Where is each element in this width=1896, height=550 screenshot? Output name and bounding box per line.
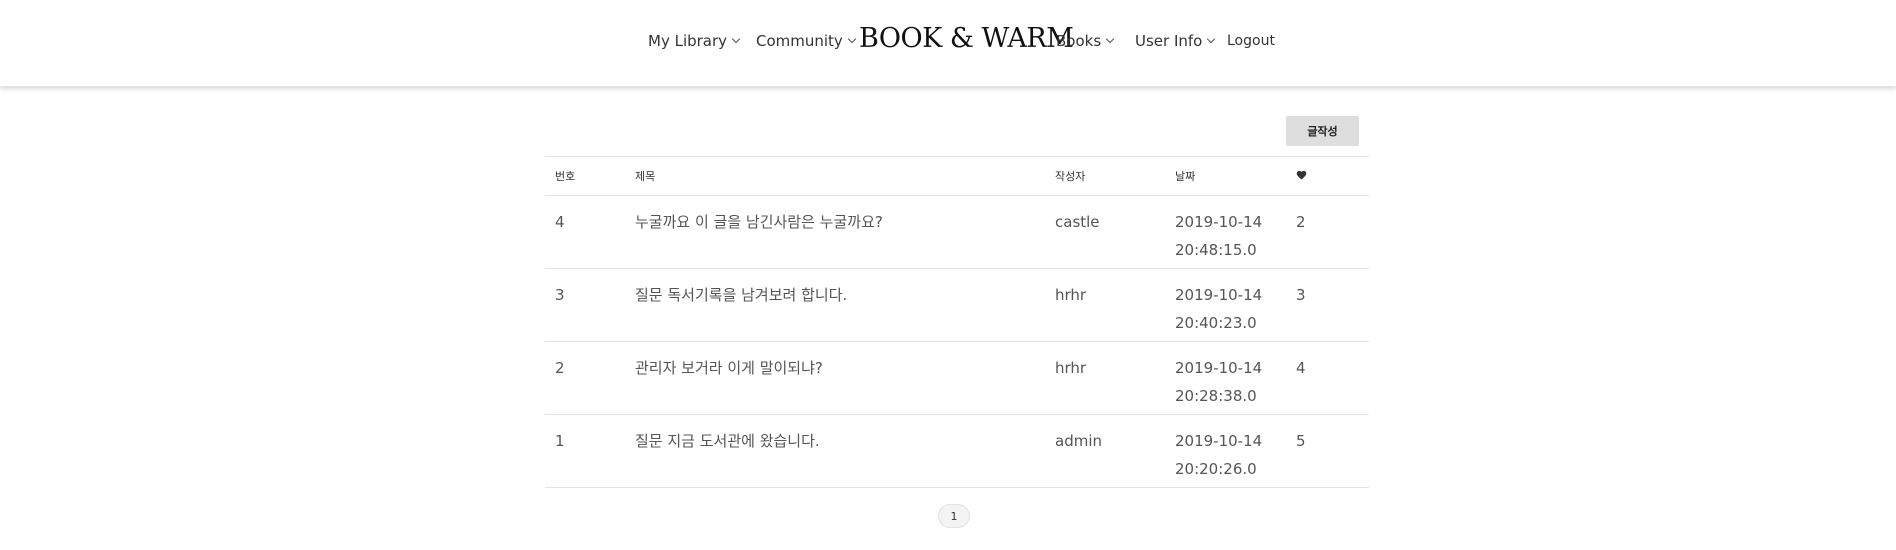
chevron-down-icon <box>1207 34 1216 44</box>
row-writer: hrhr <box>1055 286 1087 304</box>
row-date-day: 2019-10-14 <box>1175 213 1263 231</box>
row-likes: 5 <box>1296 432 1306 450</box>
row-date: 2019-10-14 20:28:38.0 <box>1175 354 1262 410</box>
nav-books-label: Books <box>1056 32 1102 50</box>
row-date: 2019-10-14 20:20:26.0 <box>1175 427 1262 483</box>
header-title: 제목 <box>635 170 656 183</box>
row-likes: 2 <box>1296 213 1306 231</box>
nav-community-label: Community <box>756 32 843 50</box>
row-number: 3 <box>555 286 565 304</box>
row-writer: hrhr <box>1055 359 1087 377</box>
row-date-day: 2019-10-14 <box>1175 359 1263 377</box>
row-date: 2019-10-14 20:48:15.0 <box>1175 208 1262 264</box>
row-date-time: 20:40:23.0 <box>1175 314 1257 332</box>
nav-my-library[interactable]: My Library <box>648 31 741 51</box>
write-post-button[interactable]: 글작성 <box>1286 116 1359 146</box>
nav-logout-label: Logout <box>1227 33 1275 49</box>
header-number: 번호 <box>555 170 576 183</box>
chevron-down-icon <box>1105 34 1115 44</box>
chevron-down-icon <box>847 34 857 44</box>
row-title-link[interactable]: 질문 독서기록을 남겨보려 합니다. <box>635 281 847 309</box>
row-number: 4 <box>555 213 565 231</box>
row-date-time: 20:20:26.0 <box>1175 460 1257 478</box>
table-row[interactable]: 2 관리자 보거라 이게 말이되냐? hrhr 2019-10-14 20:28… <box>545 342 1369 415</box>
row-date: 2019-10-14 20:40:23.0 <box>1175 281 1262 337</box>
post-table: 번호 제목 작성자 날짜 4 누굴까요 이 글을 남긴사람은 누굴까요? cas… <box>545 156 1369 488</box>
row-date-day: 2019-10-14 <box>1175 286 1263 304</box>
row-date-day: 2019-10-14 <box>1175 432 1263 450</box>
table-header: 번호 제목 작성자 날짜 <box>545 157 1369 196</box>
table-row[interactable]: 3 질문 독서기록을 남겨보려 합니다. hrhr 2019-10-14 20:… <box>545 269 1369 342</box>
row-writer: admin <box>1055 432 1102 450</box>
table-row[interactable]: 4 누굴까요 이 글을 남긴사람은 누굴까요? castle 2019-10-1… <box>545 196 1369 269</box>
row-likes: 4 <box>1296 359 1306 377</box>
header-date: 날짜 <box>1175 170 1196 183</box>
row-title-link[interactable]: 누굴까요 이 글을 남긴사람은 누굴까요? <box>635 208 883 236</box>
header-writer: 작성자 <box>1055 170 1086 183</box>
brand-logo[interactable]: BOOK & WARM <box>859 22 1074 56</box>
row-writer: castle <box>1055 213 1100 231</box>
chevron-down-icon <box>731 34 741 44</box>
row-date-time: 20:48:15.0 <box>1175 241 1257 259</box>
table-row[interactable]: 1 질문 지금 도서관에 왔습니다. admin 2019-10-14 20:2… <box>545 415 1369 488</box>
nav-my-library-label: My Library <box>648 32 728 50</box>
row-likes: 3 <box>1296 286 1306 304</box>
nav-community[interactable]: Community <box>756 31 857 51</box>
heart-icon <box>1296 170 1307 180</box>
nav-user-info-label: User Info <box>1135 32 1203 50</box>
row-title-link[interactable]: 질문 지금 도서관에 왔습니다. <box>635 427 820 455</box>
row-number: 1 <box>555 432 565 450</box>
top-navbar: My Library Community BOOK & WARM Books U… <box>0 0 1896 87</box>
row-date-time: 20:28:38.0 <box>1175 387 1257 405</box>
nav-user-info[interactable]: User Info <box>1135 31 1216 51</box>
nav-books[interactable]: Books <box>1056 31 1115 51</box>
row-number: 2 <box>555 359 565 377</box>
nav-logout[interactable]: Logout <box>1227 31 1275 51</box>
row-title-link[interactable]: 관리자 보거라 이게 말이되냐? <box>635 354 823 382</box>
pagination-page-1[interactable]: 1 <box>938 504 970 528</box>
